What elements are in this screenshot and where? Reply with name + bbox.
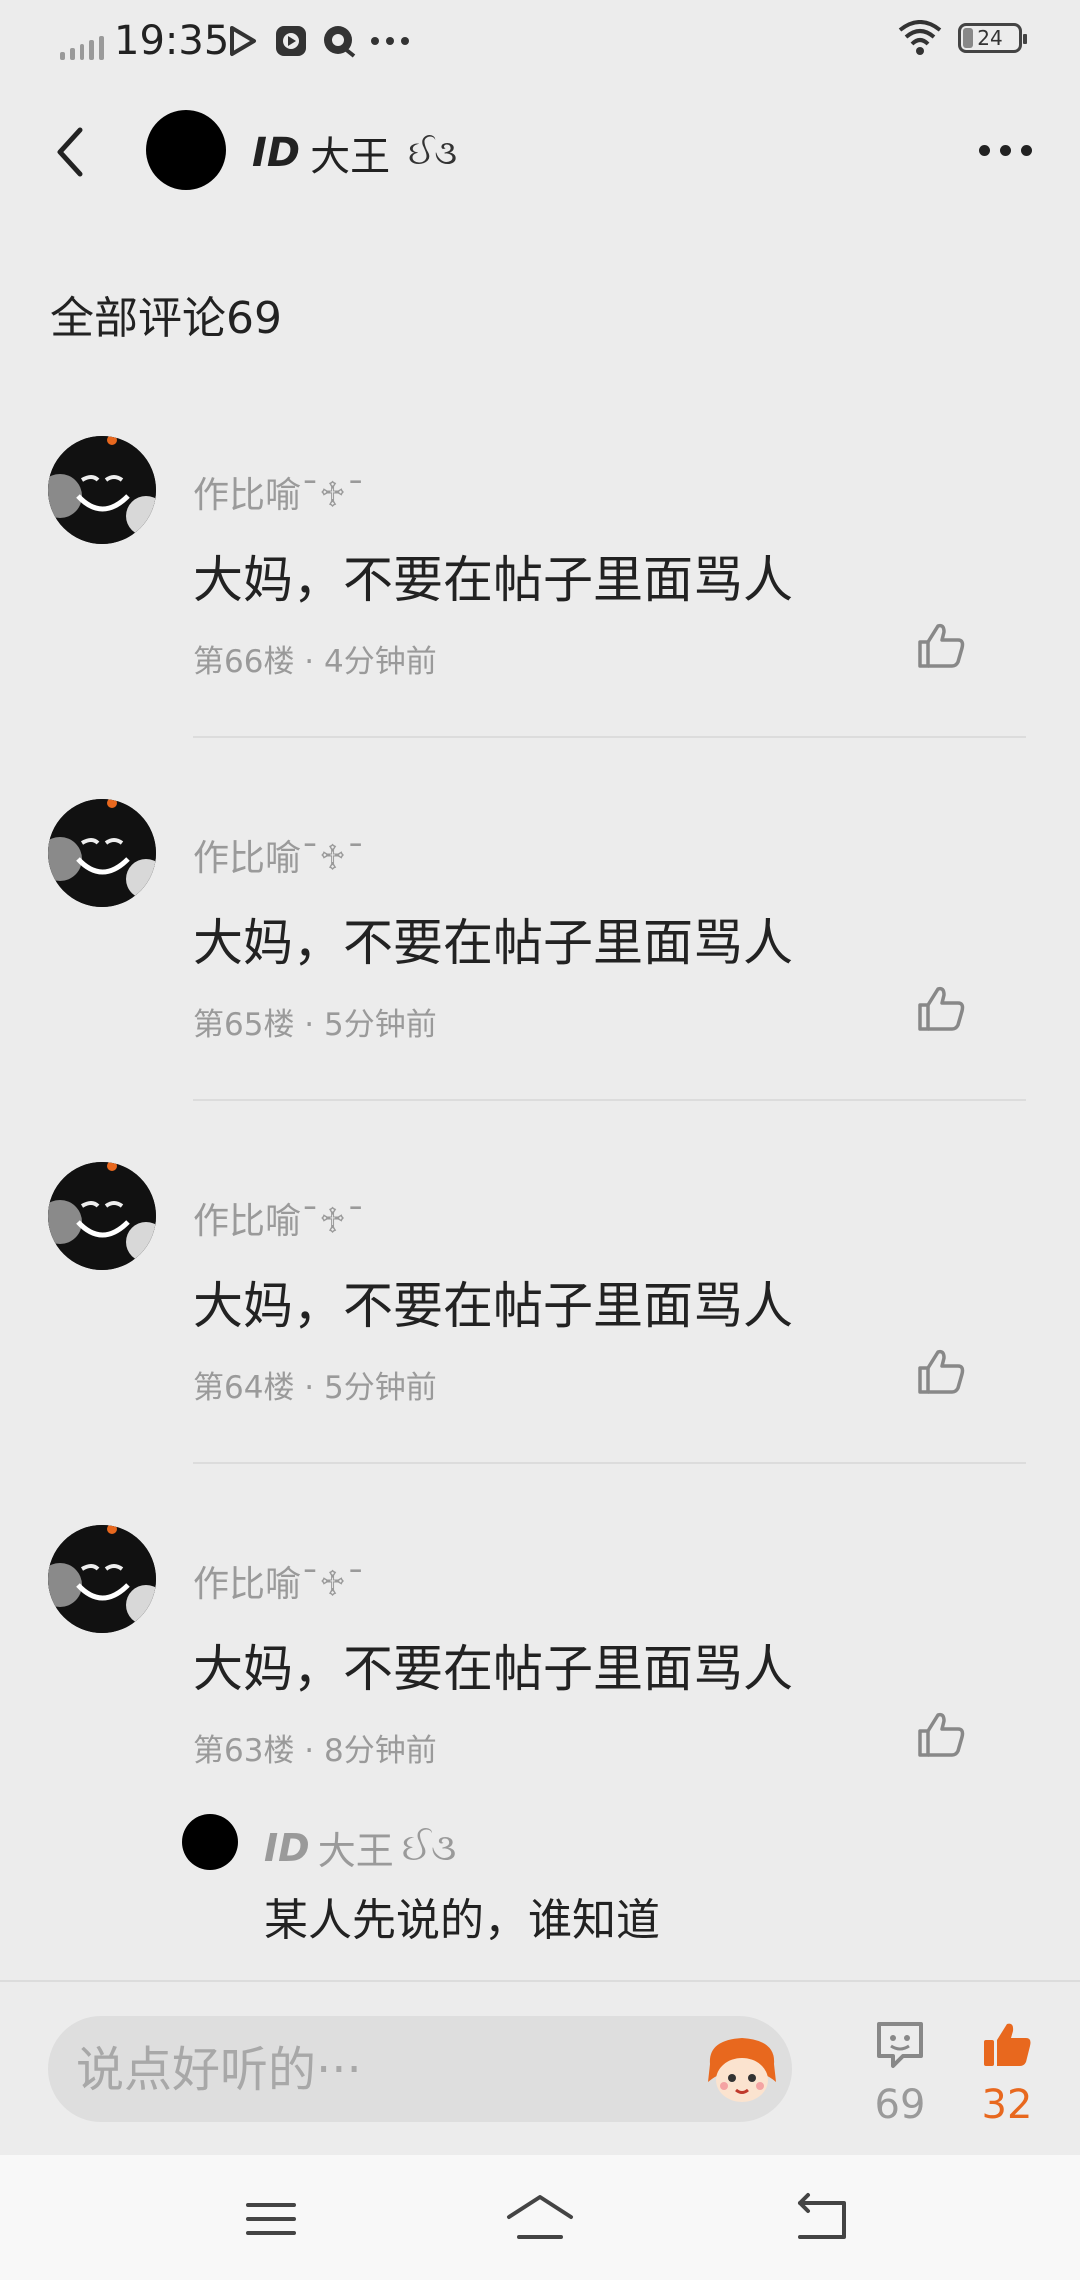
back-button[interactable] [46, 122, 96, 182]
nav-home-button[interactable] [495, 2183, 585, 2253]
comment-bubble-icon [877, 2022, 923, 2068]
comment-meta: 第64楼 · 5分钟前 [193, 1370, 437, 1406]
comment-meta: 第63楼 · 8分钟前 [193, 1733, 437, 1769]
poster-name-id: ID [252, 130, 301, 176]
home-icon [507, 2195, 573, 2239]
like-button[interactable] [914, 1707, 970, 1763]
reply-author-id: ID [264, 1825, 310, 1870]
like-count: 32 [981, 2082, 1033, 2128]
reply-author-name: 大王 [317, 1829, 394, 1873]
system-nav-bar [0, 2155, 1080, 2280]
comment-text: 大妈，不要在帖子里面骂人 [193, 551, 793, 609]
commenter-name[interactable]: 作比喻ˉ♱ˉ [193, 829, 365, 881]
thumbs-up-icon [918, 1712, 965, 1757]
thumbs-up-filled-icon [984, 2023, 1031, 2066]
like-button[interactable] [914, 1344, 970, 1400]
comment-text: 大妈，不要在帖子里面骂人 [193, 1640, 793, 1698]
divider [193, 1462, 1026, 1464]
commenter-avatar[interactable] [48, 436, 156, 544]
poster-name[interactable]: ID 大王 ઈ૩ [252, 124, 457, 182]
avatar-art [48, 799, 156, 907]
more-dot [999, 144, 1011, 156]
more-dot [978, 144, 990, 156]
commenter-name[interactable]: 作比喻ˉ♱ˉ [193, 1555, 365, 1607]
comment-item: 作比喻ˉ♱ˉ 大妈，不要在帖子里面骂人 第64楼 · 5分钟前 [0, 1162, 1080, 1525]
reply-item[interactable]: ID 大王 ઈ૩ 某人先说的，谁知道 [0, 1814, 1080, 1980]
comment-meta: 第66楼 · 4分钟前 [193, 644, 437, 680]
comments-count-title: 全部评论69 [50, 293, 282, 344]
comment-text: 大妈，不要在帖子里面骂人 [193, 914, 793, 972]
commenter-avatar[interactable] [48, 1525, 156, 1633]
battery-icon: 24 [958, 23, 1027, 53]
status-right: 24 [898, 20, 1027, 56]
status-bar: 19:35 24 [0, 0, 1080, 90]
reply-text: 某人先说的，谁知道 [264, 1895, 660, 1946]
poster-name-deco: ઈ૩ [408, 133, 457, 173]
menu-icon [246, 2203, 296, 2235]
reply-author[interactable]: ID 大王 ઈ૩ [264, 1820, 456, 1875]
like-button[interactable] [914, 618, 970, 674]
thumbs-up-icon [918, 1349, 965, 1394]
poster-name-main: 大王 [310, 134, 391, 180]
reply-avatar[interactable] [182, 1814, 238, 1870]
thumbs-up-icon [918, 986, 965, 1031]
wifi-icon [898, 20, 942, 55]
comment-input-bar: 69 32 [0, 1980, 1080, 2157]
status-app-icons [226, 24, 410, 58]
avatar-art [48, 1525, 156, 1633]
play-outline-icon [230, 26, 256, 56]
commenter-avatar[interactable] [48, 1162, 156, 1270]
nav-back-button[interactable] [778, 2183, 868, 2253]
avatar-art [48, 1162, 156, 1270]
avatar-art [48, 436, 156, 544]
signal-icon [60, 36, 104, 60]
comment-input[interactable] [74, 2016, 678, 2124]
mascot-emoji-icon [708, 2038, 776, 2102]
more-options-button[interactable] [970, 130, 1040, 170]
back-arrow-icon [57, 127, 83, 177]
top-header: ID 大王 ઈ૩ [0, 100, 1080, 200]
commenter-name[interactable]: 作比喻ˉ♱ˉ [193, 1192, 365, 1244]
commenter-name[interactable]: 作比喻ˉ♱ˉ [193, 466, 365, 518]
commenter-avatar[interactable] [48, 799, 156, 907]
poster-avatar[interactable] [146, 110, 226, 190]
comment-item: 作比喻ˉ♱ˉ 大妈，不要在帖子里面骂人 第66楼 · 4分钟前 [0, 436, 1080, 799]
more-dot [1020, 144, 1032, 156]
reply-author-deco: ઈ૩ [401, 1825, 457, 1869]
comment-meta: 第65楼 · 5分钟前 [193, 1007, 437, 1043]
post-like-button[interactable]: 32 [962, 2018, 1052, 2128]
divider [193, 736, 1026, 738]
comment-input-container[interactable] [48, 2016, 792, 2124]
back-return-icon [798, 2193, 846, 2239]
thumbs-up-icon [918, 623, 965, 668]
status-time: 19:35 [114, 18, 230, 64]
comment-count: 69 [874, 2082, 926, 2128]
comments-button[interactable]: 69 [855, 2018, 945, 2128]
more-notifications-icon [371, 37, 409, 45]
emoji-button[interactable] [702, 2030, 782, 2110]
nav-menu-button[interactable] [226, 2183, 316, 2253]
battery-level: 24 [977, 26, 1003, 50]
comment-item: 作比喻ˉ♱ˉ 大妈，不要在帖子里面骂人 第65楼 · 5分钟前 [0, 799, 1080, 1162]
chat-app-icon [324, 26, 356, 58]
like-button[interactable] [914, 981, 970, 1037]
comment-text: 大妈，不要在帖子里面骂人 [193, 1277, 793, 1335]
divider [193, 1099, 1026, 1101]
video-app-icon [276, 26, 306, 56]
